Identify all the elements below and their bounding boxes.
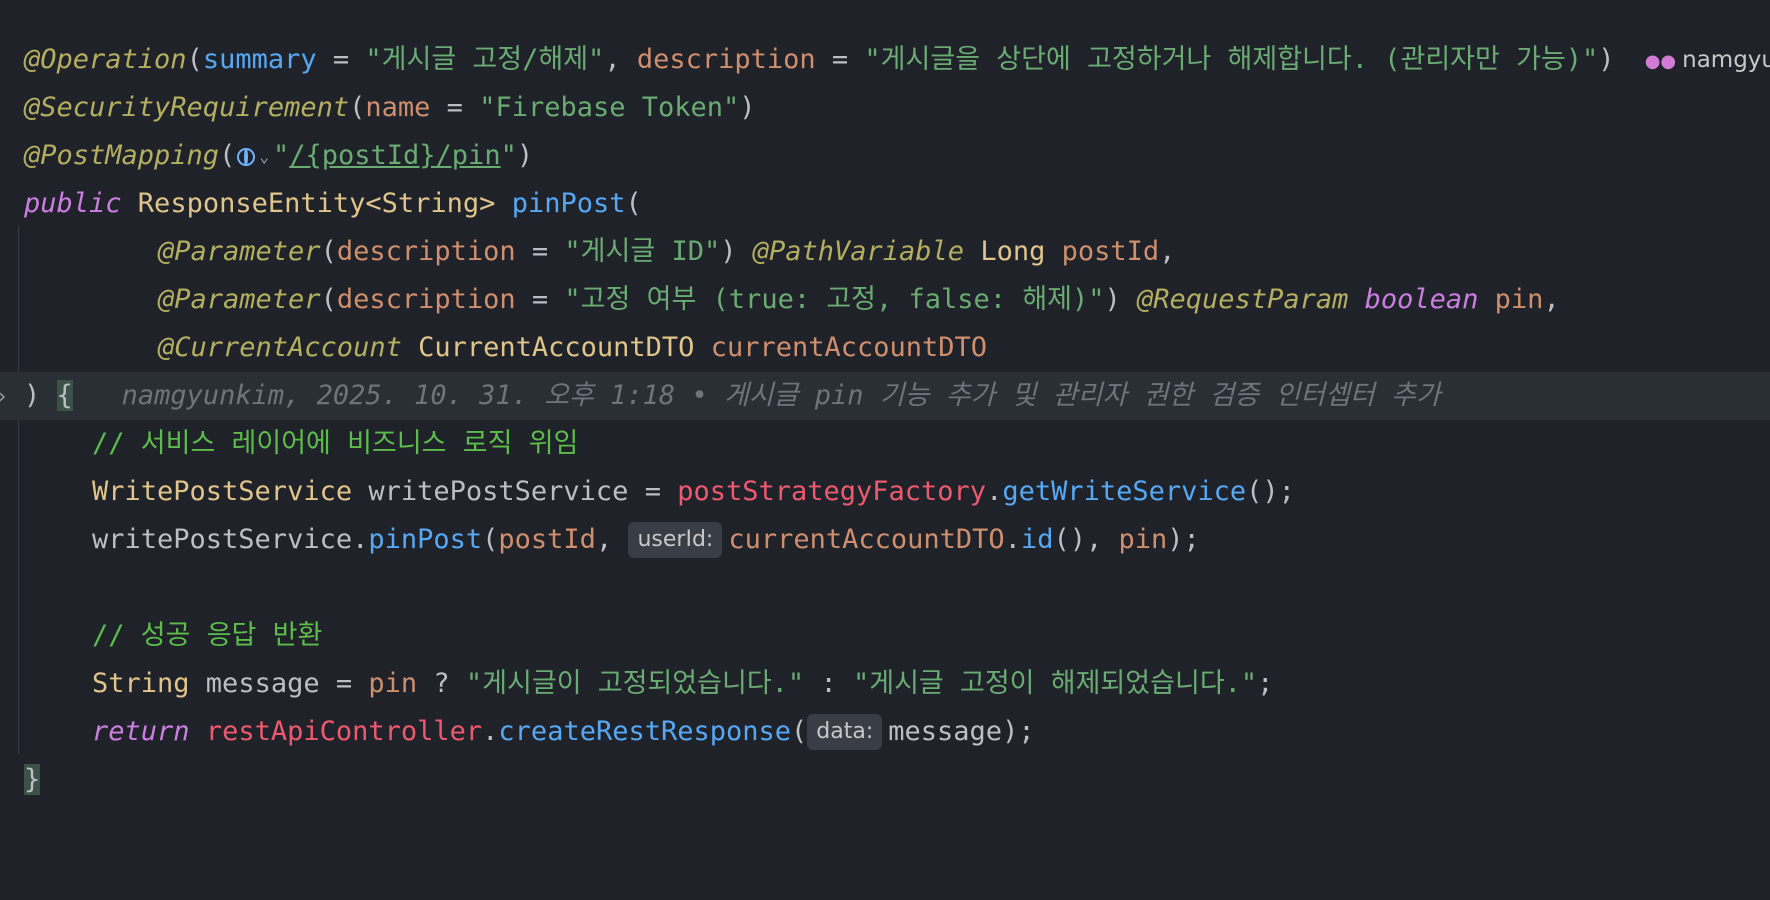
code-line-11[interactable]: writePostService.pinPost(postId, userId:… — [0, 516, 1770, 564]
code-text: } — [24, 756, 41, 804]
matching-brace: } — [24, 764, 41, 795]
code-author-inlay[interactable]: ●● namgyu — [1645, 36, 1770, 86]
code-text: public ResponseEntity<String> pinPost( — [24, 188, 642, 219]
code-text: ) { namgyunkim, 2025. 10. 31. 오후 1:18 • … — [24, 380, 1441, 411]
code-line-1[interactable]: @Operation(summary = "게시글 고정/해제", descri… — [0, 36, 1770, 84]
parameter-hint: userId: — [628, 522, 723, 558]
fold-arrow-icon[interactable]: › — [0, 372, 8, 420]
code-line-9[interactable]: // 서비스 레이어에 비즈니스 로직 위임 — [0, 420, 1770, 468]
code-line-14[interactable]: String message = pin ? "게시글이 고정되었습니다." :… — [0, 660, 1770, 708]
code-comment: // 성공 응답 반환 — [92, 620, 323, 651]
chevron-down-icon[interactable]: ⌄ — [259, 147, 269, 166]
people-icon: ●● — [1644, 51, 1677, 72]
code-text: @SecurityRequirement(name = "Firebase To… — [24, 92, 756, 123]
code-text: @Parameter(description = "게시글 ID") @Path… — [158, 236, 1176, 267]
globe-icon[interactable] — [237, 148, 256, 166]
code-comment: // 서비스 레이어에 비즈니스 로직 위임 — [92, 428, 579, 459]
code-line-10[interactable]: WritePostService writePostService = post… — [0, 468, 1770, 516]
code-line-7[interactable]: @CurrentAccount CurrentAccountDTO curren… — [0, 324, 1770, 372]
annotation: @Operation — [24, 44, 187, 75]
parameter-hint: data: — [807, 714, 883, 750]
code-text: @Parameter(description = "고정 여부 (true: 고… — [158, 284, 1560, 315]
code-text: String message = pin ? "게시글이 고정되었습니다." :… — [92, 668, 1274, 699]
code-line-16[interactable]: } — [0, 756, 1770, 804]
code-text: @CurrentAccount CurrentAccountDTO curren… — [158, 332, 988, 363]
code-line-6[interactable]: @Parameter(description = "고정 여부 (true: 고… — [0, 276, 1770, 324]
code-line-13[interactable]: // 성공 응답 반환 — [0, 612, 1770, 660]
code-line-12-empty[interactable] — [0, 564, 1770, 612]
code-text: writePostService.pinPost(postId, userId:… — [92, 516, 1200, 564]
git-blame-annotation[interactable]: namgyunkim, 2025. 10. 31. 오후 1:18 • 게시글 … — [122, 380, 1441, 411]
code-text: WritePostService writePostService = post… — [92, 476, 1295, 507]
code-text: @Operation(summary = "게시글 고정/해제", descri… — [24, 44, 1615, 75]
code-line-2[interactable]: @SecurityRequirement(name = "Firebase To… — [0, 84, 1770, 132]
code-line-8-current[interactable]: › ) { namgyunkim, 2025. 10. 31. 오후 1:18 … — [0, 372, 1770, 420]
code-text: @PostMapping(⌄ "/{postId}/pin") — [24, 140, 534, 171]
code-line-4[interactable]: public ResponseEntity<String> pinPost( — [0, 180, 1770, 228]
code-text: return restApiController.createRestRespo… — [92, 708, 1035, 756]
code-line-15[interactable]: return restApiController.createRestRespo… — [0, 708, 1770, 756]
matching-brace: { — [56, 380, 73, 411]
code-text: // 성공 응답 반환 — [92, 612, 322, 660]
endpoint-path-link[interactable]: /{postId}/pin — [289, 140, 500, 171]
code-text: // 서비스 레이어에 비즈니스 로직 위임 — [92, 420, 578, 468]
code-line-5[interactable]: @Parameter(description = "게시글 ID") @Path… — [0, 228, 1770, 276]
code-line-3[interactable]: @PostMapping(⌄ "/{postId}/pin") — [0, 132, 1770, 180]
code-editor[interactable]: @Operation(summary = "게시글 고정/해제", descri… — [0, 0, 1770, 832]
